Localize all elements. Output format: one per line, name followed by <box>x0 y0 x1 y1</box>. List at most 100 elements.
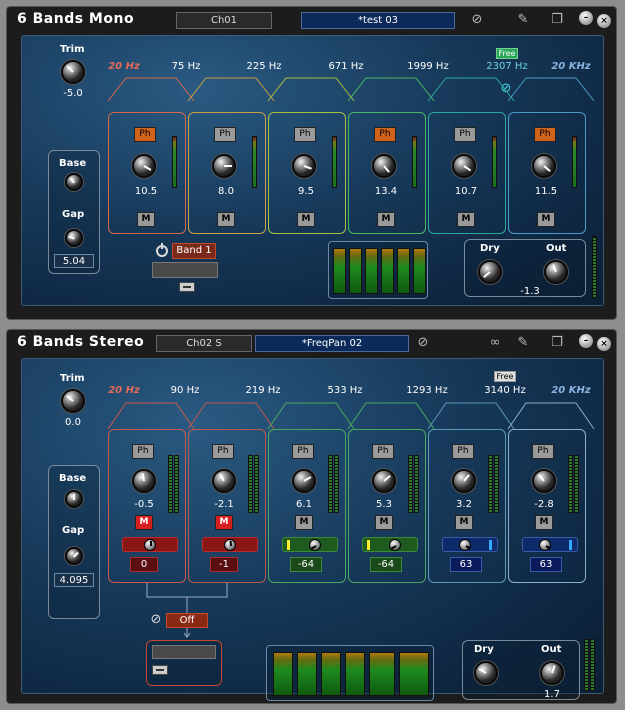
band-4-phase-button[interactable]: Ph <box>374 127 396 142</box>
compare-icon[interactable]: ⊘ <box>415 335 431 351</box>
band-3-pan-value[interactable]: -64 <box>290 557 322 572</box>
dry-knob[interactable] <box>478 260 502 284</box>
band-1-phase-button[interactable]: Ph <box>132 444 154 459</box>
band-2-pan-strip[interactable] <box>202 537 258 552</box>
band-6-phase-button[interactable]: Ph <box>534 127 556 142</box>
band-4-phase-button[interactable]: Ph <box>372 444 394 459</box>
band-2-mute-button[interactable]: M <box>217 212 235 227</box>
band-6-mute-button[interactable]: M <box>535 515 553 530</box>
band-6-gain-knob[interactable] <box>532 154 556 178</box>
pin-icon[interactable]: ✎ <box>515 335 531 351</box>
band-1-pan-strip[interactable] <box>122 537 178 552</box>
power-icon[interactable] <box>156 243 168 257</box>
gap-knob[interactable] <box>65 547 83 565</box>
gap-value[interactable]: 4.095 <box>54 573 94 587</box>
band-2-mute-button[interactable]: M <box>215 515 233 530</box>
band-3-pan-knob[interactable] <box>309 539 321 551</box>
crossover-1-label[interactable]: 90 Hz <box>171 385 200 396</box>
gap-value[interactable]: 5.04 <box>54 254 94 268</box>
preset-name-display[interactable]: *FreqPan 02 <box>255 335 409 352</box>
band-6-pan-value[interactable]: 63 <box>530 557 562 572</box>
band-5-phase-button[interactable]: Ph <box>452 444 474 459</box>
band-3-gain-knob[interactable] <box>292 154 316 178</box>
crossover-3-label[interactable]: 671 Hz <box>328 61 363 72</box>
band-4-pan-knob[interactable] <box>389 539 401 551</box>
band-5-phase-button[interactable]: Ph <box>454 127 476 142</box>
band-1-mute-button[interactable]: M <box>137 212 155 227</box>
band-1-mute-button[interactable]: M <box>135 515 153 530</box>
band-6-gain-knob[interactable] <box>532 469 556 493</box>
gap-knob[interactable] <box>65 229 83 247</box>
band-6-phase-button[interactable]: Ph <box>532 444 554 459</box>
band-1-phase-button[interactable]: Ph <box>134 127 156 142</box>
band-6-mute-button[interactable]: M <box>537 212 555 227</box>
trim-knob[interactable] <box>61 60 85 84</box>
crossover-1-label[interactable]: 75 Hz <box>172 61 201 72</box>
band-select-button[interactable]: Band 1 <box>172 243 216 259</box>
crossover-5-label[interactable]: 2307 Hz <box>486 61 527 72</box>
base-knob[interactable] <box>65 490 83 508</box>
band-3-phase-button[interactable]: Ph <box>294 127 316 142</box>
stereo-link-icon[interactable]: ∞ <box>485 335 505 351</box>
band-4-gain-knob[interactable] <box>372 154 396 178</box>
base-knob[interactable] <box>65 173 83 191</box>
band-4-pan-value[interactable]: -64 <box>370 557 402 572</box>
free-badge[interactable]: Free <box>496 48 518 59</box>
crossover-2-label[interactable]: 225 Hz <box>246 61 281 72</box>
band-4-mute-button[interactable]: M <box>375 515 393 530</box>
band-1-gain-knob[interactable] <box>132 154 156 178</box>
presets-icon[interactable]: ❐ <box>549 12 565 28</box>
band-4-pan-strip[interactable] <box>362 537 418 552</box>
titlebar[interactable]: 6 Bands Mono Ch01 *test 03 ⊘ ✎ ❐ – × <box>7 7 616 33</box>
close-icon[interactable]: × <box>597 337 611 351</box>
link-icon[interactable]: ⊘ <box>498 81 514 97</box>
band-action-button[interactable] <box>179 282 195 292</box>
crossover-4-label[interactable]: 1999 Hz <box>407 61 448 72</box>
trim-knob[interactable] <box>61 389 85 413</box>
band-2-phase-button[interactable]: Ph <box>212 444 234 459</box>
band-3-pan-strip[interactable] <box>282 537 338 552</box>
band-2-gain-knob[interactable] <box>212 469 236 493</box>
channel-display[interactable]: Ch02 S <box>156 335 252 352</box>
crossover-2-label[interactable]: 219 Hz <box>245 385 280 396</box>
band-5-pan-knob[interactable] <box>459 539 471 551</box>
band-3-mute-button[interactable]: M <box>297 212 315 227</box>
band-3-mute-button[interactable]: M <box>295 515 313 530</box>
dry-knob[interactable] <box>474 661 498 685</box>
pin-icon[interactable]: ✎ <box>515 12 531 28</box>
band-2-phase-button[interactable]: Ph <box>214 127 236 142</box>
crossover-4-label[interactable]: 1293 Hz <box>406 385 447 396</box>
off-button[interactable]: Off <box>166 613 208 628</box>
out-knob[interactable] <box>544 260 568 284</box>
band-5-pan-value[interactable]: 63 <box>450 557 482 572</box>
link-icon[interactable]: ⊘ <box>148 612 164 628</box>
preset-name-display[interactable]: *test 03 <box>301 12 455 29</box>
crossover-5-label[interactable]: 3140 Hz <box>484 385 525 396</box>
presets-icon[interactable]: ❐ <box>549 335 565 351</box>
crossover-3-label[interactable]: 533 Hz <box>327 385 362 396</box>
band-5-mute-button[interactable]: M <box>455 515 473 530</box>
band-6-pan-strip[interactable] <box>522 537 578 552</box>
band-2-pan-knob[interactable] <box>224 539 236 551</box>
band-5-mute-button[interactable]: M <box>457 212 475 227</box>
band-2-pan-value[interactable]: -1 <box>210 557 238 572</box>
band-6-pan-knob[interactable] <box>539 539 551 551</box>
minimize-icon[interactable]: – <box>579 11 593 25</box>
minimize-icon[interactable]: – <box>579 334 593 348</box>
band-1-pan-knob[interactable] <box>144 539 156 551</box>
band-5-gain-knob[interactable] <box>452 469 476 493</box>
band-1-pan-value[interactable]: 0 <box>130 557 158 572</box>
band-5-gain-knob[interactable] <box>452 154 476 178</box>
band-5-pan-strip[interactable] <box>442 537 498 552</box>
compare-icon[interactable]: ⊘ <box>469 12 485 28</box>
band-4-gain-knob[interactable] <box>372 469 396 493</box>
free-badge[interactable]: Free <box>494 371 516 382</box>
out-knob[interactable] <box>540 661 564 685</box>
band-1-gain-knob[interactable] <box>132 469 156 493</box>
channel-display[interactable]: Ch01 <box>176 12 272 29</box>
titlebar[interactable]: 6 Bands Stereo Ch02 S *FreqPan 02 ⊘ ∞ ✎ … <box>7 330 616 356</box>
band-4-mute-button[interactable]: M <box>377 212 395 227</box>
band-3-phase-button[interactable]: Ph <box>292 444 314 459</box>
band-2-gain-knob[interactable] <box>212 154 236 178</box>
close-icon[interactable]: × <box>597 14 611 28</box>
